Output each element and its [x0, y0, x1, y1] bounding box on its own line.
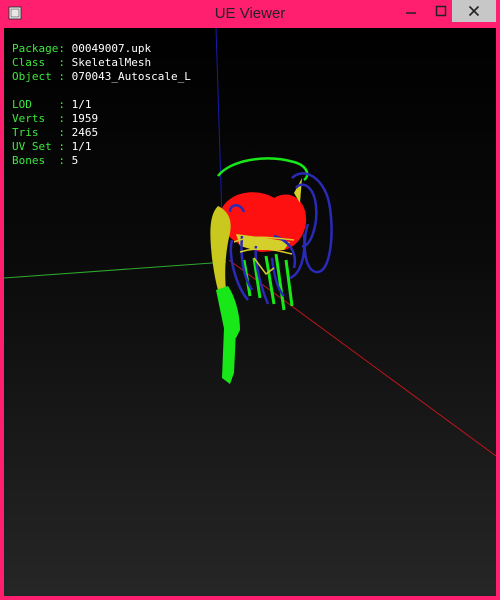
info-value: 070043_Autoscale_L [71, 70, 191, 83]
3d-viewport[interactable]: Package: 00049007.upk Class : SkeletalMe… [4, 28, 496, 596]
info-value: 1959 [71, 112, 99, 125]
info-row-uvset: UV Set : 1/1 [12, 140, 191, 154]
info-value: 2465 [71, 126, 99, 139]
mesh-yellow-part [210, 206, 231, 290]
info-row-tris: Tris : 2465 [12, 126, 191, 140]
info-label: Package: [12, 42, 65, 55]
info-label: UV Set : [12, 140, 65, 153]
info-label: Object : [12, 70, 65, 83]
info-value: 00049007.upk [71, 42, 152, 55]
axis-blue [215, 28, 223, 219]
close-icon [468, 5, 480, 17]
info-row-verts: Verts : 1959 [12, 112, 191, 126]
app-window: UE Viewer Package: 00049007.upk Class: … [0, 0, 500, 600]
maximize-icon [435, 5, 447, 17]
info-row-bones: Bones : 5 [12, 154, 191, 168]
close-button[interactable] [452, 0, 496, 22]
info-value: 1/1 [71, 98, 92, 111]
info-value: 5 [71, 154, 79, 167]
info-value: 1/1 [71, 140, 92, 153]
axis-red [228, 259, 496, 457]
info-label: Tris : [12, 126, 65, 139]
axis-green [4, 261, 227, 279]
info-value: SkeletalMesh [71, 56, 152, 69]
minimize-icon [406, 12, 416, 14]
mesh-info-panel: Package: 00049007.upk Class : SkeletalMe… [12, 42, 191, 168]
info-row-package: Package: 00049007.upk [12, 42, 191, 56]
info-label: LOD : [12, 98, 65, 111]
title-bar[interactable]: UE Viewer [4, 0, 496, 28]
info-row-object: Object : 070043_Autoscale_L [12, 70, 191, 84]
minimize-button[interactable] [396, 0, 426, 22]
info-row-lod: LOD : 1/1 [12, 98, 191, 112]
info-row-class: Class : SkeletalMesh [12, 56, 191, 70]
info-label: Class : [12, 56, 65, 69]
mesh-green-lower [222, 328, 236, 384]
info-label: Verts : [12, 112, 65, 125]
info-label: Bones : [12, 154, 65, 167]
